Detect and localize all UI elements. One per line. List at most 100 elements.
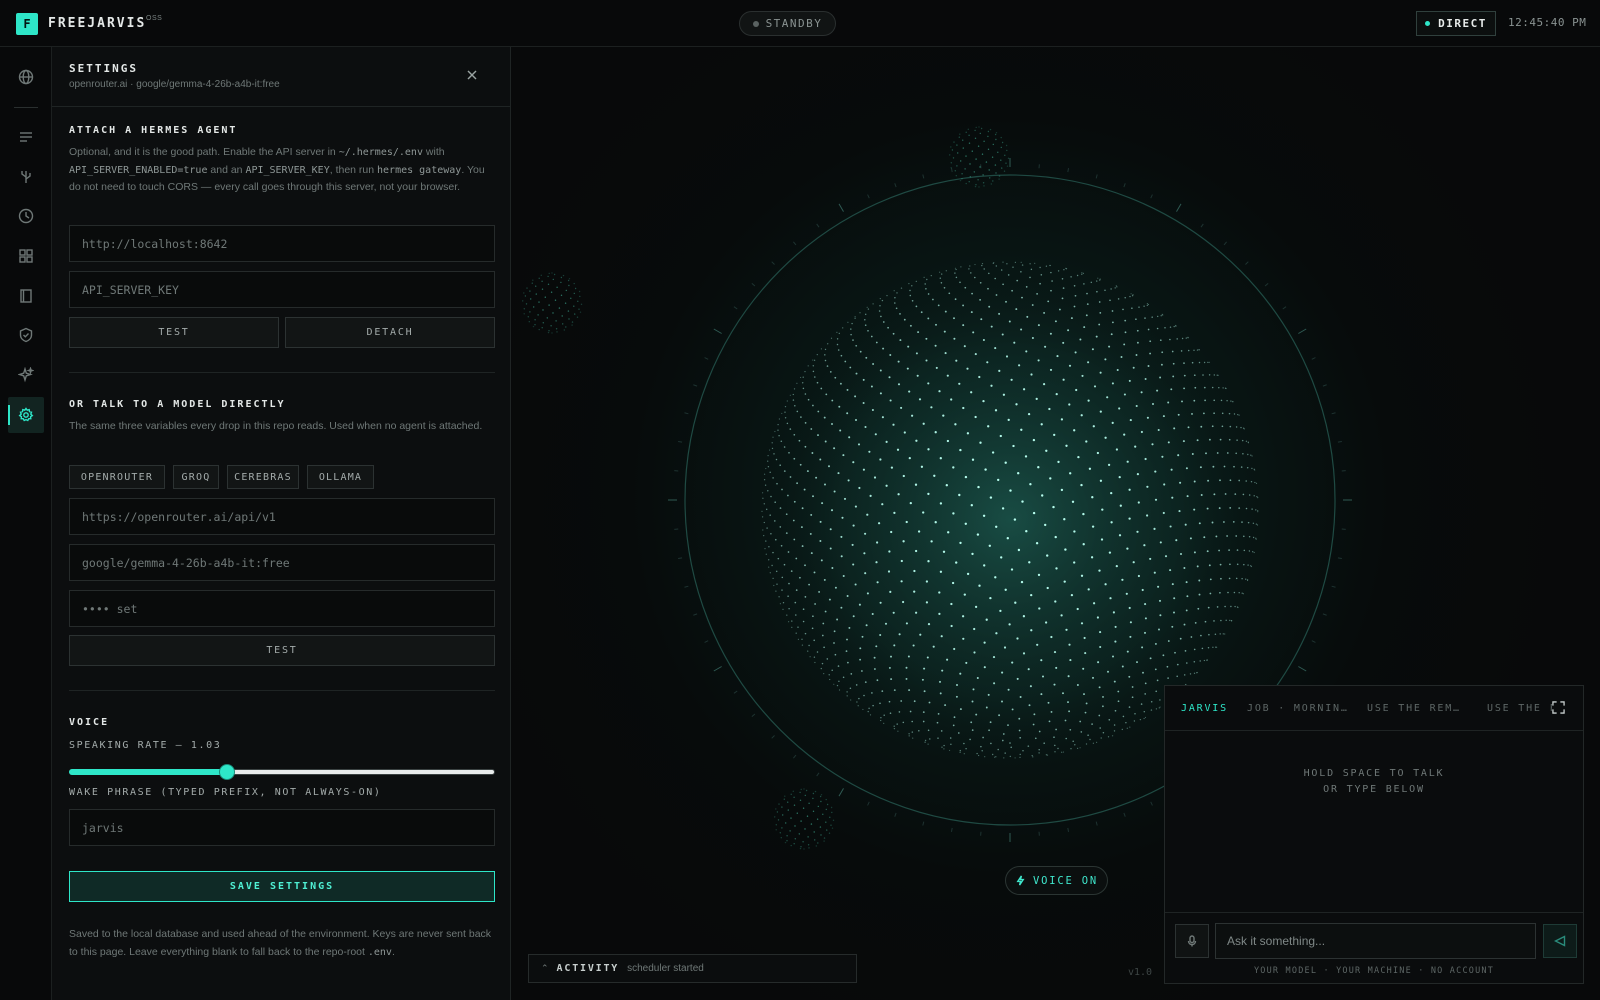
hermes-detach-button[interactable]: DETACH [285, 317, 495, 348]
orb-dot [775, 570, 778, 573]
nav-branch[interactable] [8, 159, 44, 195]
nav-settings[interactable] [8, 397, 44, 433]
nav-history[interactable] [8, 198, 44, 234]
orb-dot [889, 354, 892, 356]
orb-dot [1184, 650, 1187, 652]
satellite-dot [805, 789, 808, 792]
mic-button[interactable] [1175, 924, 1209, 958]
orb-dot [995, 265, 997, 267]
hermes-url-field[interactable]: http://localhost:8642 [69, 225, 495, 262]
satellite-dot [961, 178, 963, 180]
expand-button[interactable] [1552, 701, 1566, 715]
orb-dot [959, 281, 961, 284]
orb-dot [1193, 399, 1196, 402]
orb-dot [851, 543, 854, 546]
orb-dot [1161, 455, 1164, 458]
orb-dot [787, 595, 789, 597]
nav-skills[interactable] [8, 357, 44, 393]
orb-dot [1213, 412, 1215, 415]
orb-dot [1029, 685, 1032, 688]
nav-list[interactable] [8, 119, 44, 155]
nav-library[interactable] [8, 278, 44, 314]
speaking-rate-slider[interactable] [69, 764, 495, 780]
orb-dot [1064, 719, 1067, 722]
nav-globe[interactable] [8, 59, 44, 95]
orb-dot [959, 708, 962, 711]
orb-dot [833, 490, 836, 493]
orb-dot [1159, 541, 1162, 544]
save-settings-button[interactable]: SAVE SETTINGS [69, 871, 495, 902]
wake-phrase-field[interactable]: jarvis [69, 809, 495, 846]
orb-dot [858, 697, 860, 700]
provider-chip-ollama[interactable]: OLLAMA [307, 465, 374, 489]
satellite-dot [802, 807, 805, 809]
orb-dot [1054, 320, 1057, 323]
nav-security[interactable] [8, 317, 44, 353]
orb-dot [908, 735, 910, 737]
slider-thumb[interactable] [218, 764, 235, 780]
tab-use-the-rem[interactable]: USE THE REM… [1367, 703, 1461, 714]
orb-dot [876, 541, 879, 544]
orb-dot [1104, 583, 1107, 586]
orb-dot [1054, 744, 1056, 747]
orb-dot [1234, 493, 1237, 495]
orb-dot [1000, 269, 1003, 271]
orb-dot [1014, 757, 1016, 759]
orb-dot [1093, 385, 1097, 388]
orb-dot [899, 313, 901, 315]
orb-dot [964, 286, 967, 289]
hermes-test-button[interactable]: TEST [69, 317, 279, 348]
provider-chip-cerebras[interactable]: CEREBRAS [227, 465, 299, 489]
hermes-key-field[interactable]: API_SERVER_KEY [69, 271, 495, 308]
orb-dot [1144, 317, 1146, 319]
orb-dot [1052, 505, 1055, 509]
send-button[interactable] [1543, 924, 1577, 958]
provider-chip-openrouter[interactable]: OPENROUTER [69, 465, 165, 489]
orb-dot [971, 729, 974, 731]
orb-dot [1151, 402, 1155, 406]
wake-phrase-label: WAKE PHRASE (TYPED PREFIX, NOT ALWAYS-ON… [69, 787, 382, 798]
satellite-dot [784, 795, 786, 797]
provider-chip-groq[interactable]: GROQ [173, 465, 219, 489]
orb-dot [953, 317, 955, 320]
nav-apps[interactable] [8, 238, 44, 274]
api-key-field[interactable]: •••• set [69, 590, 495, 627]
chat-input[interactable]: Ask it something... [1215, 923, 1536, 959]
voice-toggle[interactable]: VOICE ON [1005, 866, 1108, 895]
orb-dot [954, 298, 957, 301]
activity-bar[interactable]: ⌃ ACTIVITY scheduler started [528, 954, 857, 983]
direct-test-button[interactable]: TEST [69, 635, 495, 666]
orb-dot [855, 372, 858, 375]
base-url-field[interactable]: https://openrouter.ai/api/v1 [69, 498, 495, 535]
tab-job-morning[interactable]: JOB · MORNIN… [1247, 703, 1349, 714]
orb-dot [1193, 551, 1196, 554]
tab-jarvis[interactable]: JARVIS [1181, 703, 1228, 714]
orb-dot [1118, 475, 1121, 479]
orb-dot [840, 535, 843, 538]
orb-dot [1016, 637, 1019, 640]
satellite-dot [558, 307, 561, 309]
orb-dot [773, 453, 775, 455]
orb-dot [971, 292, 973, 295]
orb-tick [751, 282, 756, 287]
orb-tick [693, 384, 698, 387]
orb-dot [854, 583, 857, 586]
orb-dot [927, 729, 930, 732]
orb-dot [1257, 497, 1259, 499]
orb-dot [1099, 727, 1101, 729]
orb-dot [1098, 569, 1101, 572]
orb-dot [903, 318, 906, 321]
orb-dot [1131, 696, 1134, 699]
tab-use-the-f[interactable]: USE THE F [1487, 703, 1557, 714]
orb-dot [762, 529, 764, 531]
orb-dot [905, 622, 908, 625]
orb-dot [846, 412, 849, 415]
orb-dot [1167, 441, 1170, 444]
model-field[interactable]: google/gemma-4-26b-a4b-it:free [69, 544, 495, 581]
orb-dot [1098, 714, 1101, 717]
orb-dot [1135, 318, 1137, 321]
orb-dot [1025, 530, 1028, 533]
mode-button[interactable]: DIRECT [1416, 11, 1496, 36]
orb-dot [1229, 507, 1232, 509]
close-button[interactable] [464, 67, 480, 83]
